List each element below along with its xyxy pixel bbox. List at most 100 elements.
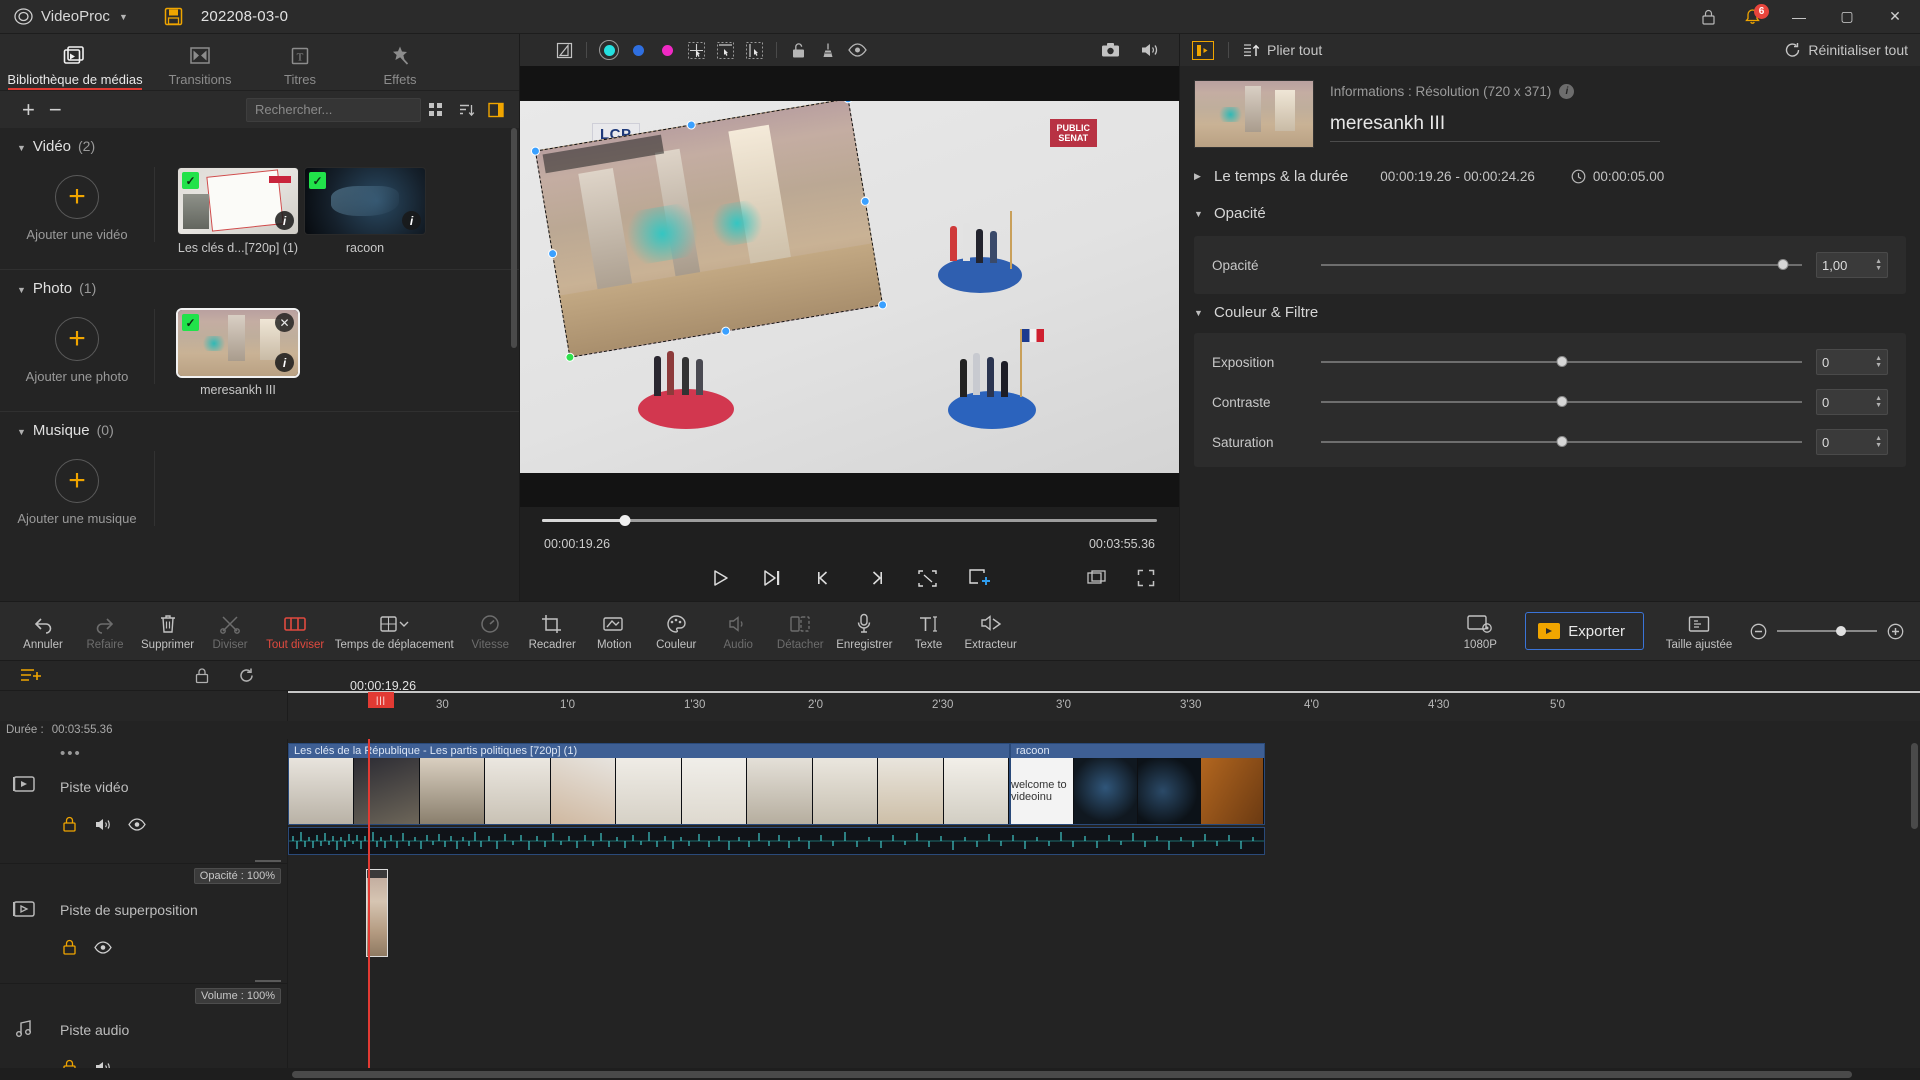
playhead[interactable] [368,739,370,1068]
saturation-value-field[interactable]: 0 ▲ ▼ [1816,429,1888,455]
add-marker-button[interactable] [965,563,995,593]
library-remove-button[interactable]: − [49,98,62,121]
collapse-all-button[interactable]: Plier tout [1243,42,1322,58]
info-icon[interactable]: i [1559,84,1575,99]
tab-media-library[interactable]: Bibliothèque de médias [0,34,150,90]
search-input-wrap[interactable] [246,97,421,122]
checkbox-icon[interactable]: ✓ [309,172,326,189]
group-header-video[interactable]: ▼ Vidéo (2) [0,128,519,161]
mute-icon[interactable] [94,1058,112,1068]
lock-icon[interactable] [60,938,78,956]
add-photo-button[interactable]: + Ajouter une photo [0,309,155,384]
eye-icon[interactable] [94,938,112,956]
add-video-button[interactable]: + Ajouter une vidéo [0,167,155,242]
blue-color-dot[interactable] [625,38,651,62]
record-button[interactable]: Enregistrer [831,601,897,661]
exposure-value-field[interactable]: 0 ▲ ▼ [1816,349,1888,375]
info-icon[interactable]: i [402,211,421,230]
media-item[interactable]: ✓ ✕ i meresankh III [176,308,300,397]
seek-track[interactable] [542,514,1157,526]
resolution-button[interactable]: 1080P [1445,601,1515,661]
group-header-music[interactable]: ▼ Musique (0) [0,412,519,445]
close-icon[interactable]: ✕ [275,313,294,332]
media-thumbnail[interactable]: ✓ i [177,167,299,235]
align-center-icon[interactable] [683,38,709,62]
next-keyframe-button[interactable] [861,563,891,593]
saturation-slider[interactable] [1321,436,1802,447]
detach-button[interactable]: Détacher [769,601,831,661]
fit-size-button[interactable]: Taille ajustée [1654,601,1744,661]
split-view-button[interactable] [1081,563,1111,593]
tab-effects[interactable]: Effets [350,34,450,90]
search-input[interactable] [255,102,412,117]
library-scrollbar[interactable] [511,128,517,348]
track-resize-handle[interactable] [255,980,281,982]
clip-title[interactable]: meresankh III [1330,113,1660,142]
stepper-icon[interactable]: ▲ ▼ [1875,355,1882,369]
stepper-icon[interactable]: ▲ ▼ [1875,435,1882,449]
extractor-button[interactable]: Extracteur [959,601,1021,661]
reset-all-button[interactable]: Réinitialiser tout [1784,42,1908,58]
previous-keyframe-button[interactable] [809,563,839,593]
ruler-icon[interactable] [551,38,577,62]
save-icon[interactable] [164,7,183,26]
track-header-audio[interactable]: Volume : 100% Piste audio [0,980,287,1068]
preview-seekbar[interactable] [520,507,1179,533]
add-music-button[interactable]: + Ajouter une musique [0,451,155,526]
panel-toggle-icon[interactable] [1192,40,1214,60]
checkbox-icon[interactable]: ✓ [182,172,199,189]
maximize-button[interactable]: ▢ [1824,0,1870,34]
sort-icon[interactable] [451,95,481,125]
media-item[interactable]: ✓ i Les clés d...[720p] (1) [177,167,299,255]
info-icon[interactable]: i [275,353,294,372]
loop-icon[interactable] [224,661,268,691]
lock-icon[interactable] [60,1058,78,1068]
panel-collapse-icon[interactable] [481,95,511,125]
lock-icon[interactable] [60,815,78,833]
track-header-video[interactable]: ••• Piste vidéo [0,739,287,864]
text-button[interactable]: Texte [897,601,959,661]
track-resize-handle[interactable] [255,860,281,862]
lock-icon[interactable] [180,661,224,691]
mute-icon[interactable] [94,815,112,833]
preview-stage[interactable]: LCP PUBLIC SENAT [520,100,1179,473]
playhead-flag[interactable]: ||| [368,692,394,708]
unlock-icon[interactable] [786,38,812,62]
timeline-horizontal-scrollbar[interactable] [292,1070,1852,1078]
redo-button[interactable]: Refaire [74,601,136,661]
split-button[interactable]: Diviser [199,601,261,661]
opacity-slider[interactable] [1321,259,1802,270]
grid-view-icon[interactable] [421,95,451,125]
group-header-photo[interactable]: ▼ Photo (1) [0,270,519,303]
mark-in-button[interactable] [913,563,943,593]
library-add-button[interactable]: + [22,98,35,121]
delete-button[interactable]: Supprimer [136,601,199,661]
time-duration-section-header[interactable]: ▶ Le temps & la durée 00:00:19.26 - 00:0… [1180,158,1920,195]
media-item[interactable]: ✓ i racoon [304,167,426,255]
chevron-down-icon[interactable]: ▼ [119,12,128,22]
fullscreen-button[interactable] [1131,563,1161,593]
timeline-clip-video-1[interactable]: Les clés de la République - Les partis p… [288,743,1010,825]
volume-badge[interactable]: Volume : 100% [195,988,281,1004]
tab-titles[interactable]: T Titres [250,34,350,90]
speaker-icon[interactable] [1137,38,1163,62]
timeline-audio-waveform[interactable] [288,827,1265,855]
align-left-icon[interactable] [741,38,767,62]
motion-button[interactable]: Motion [583,601,645,661]
timeline-menu-icon[interactable] [10,661,54,691]
contrast-value-field[interactable]: 0 ▲ ▼ [1816,389,1888,415]
timeline-clip-video-2[interactable]: racoon welcome to videoinu [1010,743,1265,825]
seek-handle[interactable] [619,514,631,526]
selected-color-dot[interactable] [596,38,622,62]
notifications-button[interactable]: 6 [1730,0,1774,34]
info-icon[interactable]: i [275,211,294,230]
stepper-icon[interactable]: ▲ ▼ [1875,395,1882,409]
export-button[interactable]: Exporter [1525,612,1644,650]
media-thumbnail-selected[interactable]: ✓ ✕ i [176,308,300,378]
zoom-slider[interactable] [1777,626,1877,636]
play-frame-button[interactable] [757,563,787,593]
stepper-icon[interactable]: ▲ ▼ [1875,258,1882,272]
zoom-out-button[interactable] [1750,623,1767,640]
close-button[interactable]: ✕ [1872,0,1918,34]
timeline-ruler[interactable]: ||| 30 1'0 1'30 2'0 2'30 3'0 3'30 4'0 4'… [288,691,1920,721]
